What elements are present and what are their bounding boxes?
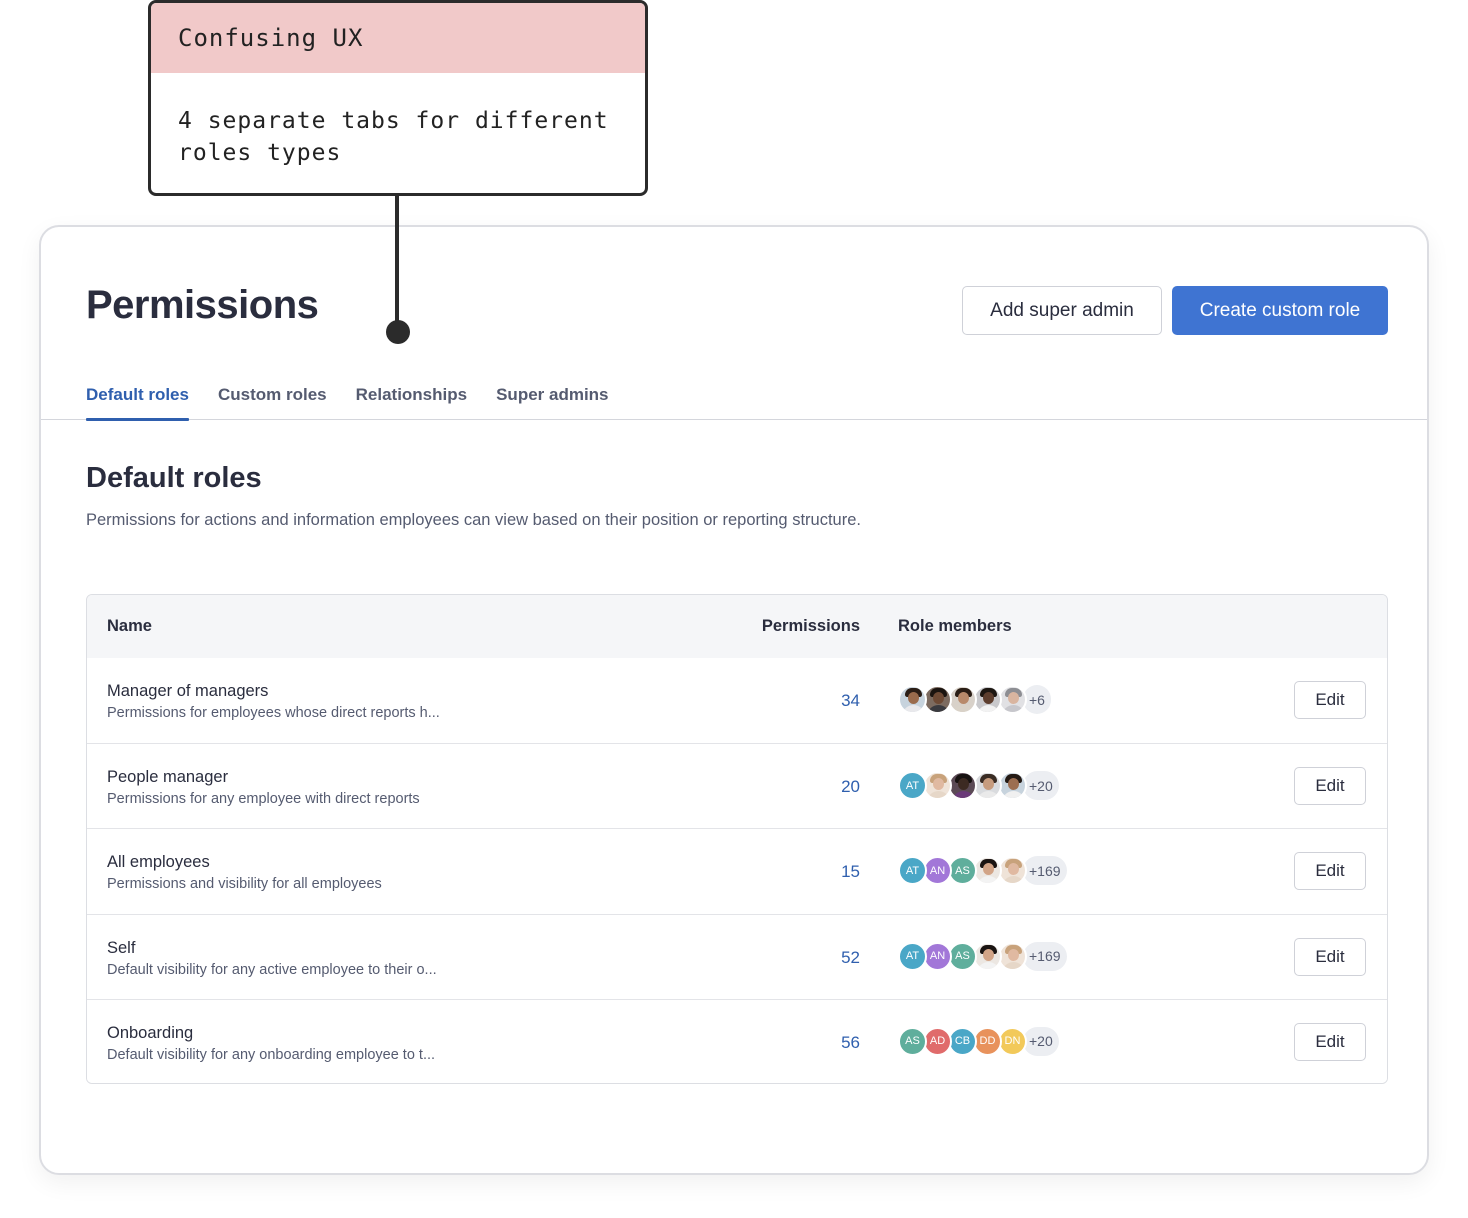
table-row: Manager of managers Permissions for emplo… [87,658,1387,744]
permissions-count-link[interactable]: 56 [841,1033,860,1053]
column-header-name: Name [107,617,152,635]
permissions-count-link[interactable]: 52 [841,948,860,968]
section-title: Default roles [86,462,262,494]
page-title: Permissions [86,283,319,327]
tab-default-roles[interactable]: Default roles [86,377,189,421]
annotation-connector-line [395,196,399,326]
table-row: Onboarding Default visibility for any onb… [87,998,1387,1083]
permissions-count-link[interactable]: 20 [841,777,860,797]
more-members-badge: +6 [1023,685,1051,714]
table-body: Manager of managers Permissions for emplo… [87,658,1387,1083]
role-description: Default visibility for any active employ… [107,961,437,978]
member-initials-avatar: AS [898,1026,927,1056]
annotation-connector-dot [386,320,410,344]
table-header: Name Permissions Role members [87,595,1387,658]
avatar-initials: AT [905,950,920,963]
member-initials-avatar: AT [898,856,927,886]
column-header-permissions: Permissions [761,617,860,635]
member-initials-avatar: AN [923,856,952,886]
permissions-card: Permissions Add super admin Create custo… [39,225,1429,1175]
edit-role-button[interactable]: Edit [1294,767,1366,806]
role-members-avatars[interactable]: AS AD CB DD DN +20 [898,1026,1059,1056]
tab-relationships[interactable]: Relationships [356,377,467,420]
edit-role-button[interactable]: Edit [1294,852,1366,891]
member-initials-avatar: AS [948,941,977,971]
avatar-initials: CB [954,1035,971,1048]
avatar-initials: AS [955,950,970,963]
member-initials-avatar: DN [998,1026,1027,1056]
role-members-avatars[interactable]: AT +20 [898,771,1059,801]
edit-role-button[interactable]: Edit [1294,1022,1366,1061]
role-members-avatars[interactable]: AT AN AS +169 [898,941,1067,971]
avatar-initials: AN [929,950,946,963]
role-name: Manager of managers [107,682,269,700]
annotation-title: Confusing UX [151,3,645,73]
more-members-badge: +20 [1023,1026,1059,1056]
role-members-avatars[interactable]: +6 [898,685,1051,714]
member-photo-avatar [948,685,977,714]
role-name: People manager [107,768,229,787]
member-photo-avatar [998,856,1027,886]
member-photo-avatar [998,941,1027,971]
edit-role-button[interactable]: Edit [1294,937,1366,976]
table-row: All employees Permissions and visibility … [87,828,1387,914]
role-name: All employees [107,853,210,872]
member-photo-avatar [923,685,952,714]
more-members-badge: +169 [1023,941,1067,971]
member-photo-avatar [923,771,952,801]
member-photo-avatar [973,856,1002,886]
member-photo-avatar [898,685,927,714]
member-initials-avatar: AD [923,1026,952,1056]
member-initials-avatar: DD [973,1026,1002,1056]
annotation-body: 4 separate tabs for different roles type… [178,108,609,166]
avatar-initials: DD [979,1035,996,1048]
avatar-initials: AN [929,864,946,877]
table-row: Self Default visibility for any active em… [87,913,1387,999]
edit-role-button[interactable]: Edit [1294,681,1366,719]
add-super-admin-button[interactable]: Add super admin [962,286,1162,335]
section-description: Permissions for actions and information … [86,511,861,529]
roles-table: Name Permissions Role members Manager of… [86,594,1388,1084]
tab-custom-roles[interactable]: Custom roles [218,377,327,420]
role-description: Permissions for any employee with direct… [107,791,420,808]
member-photo-avatar [998,771,1027,801]
tab-super-admins[interactable]: Super admins [496,377,608,420]
member-photo-avatar [973,771,1002,801]
member-initials-avatar: AT [898,771,927,801]
role-name: Self [107,938,136,957]
table-row: People manager Permissions for any employ… [87,743,1387,829]
role-members-avatars[interactable]: AT AN AS +169 [898,856,1067,886]
annotation-callout: Confusing UX 4 separate tabs for differe… [148,0,648,196]
member-initials-avatar: AS [948,856,977,886]
avatar-initials: AD [929,1035,946,1048]
member-photo-avatar [998,685,1027,714]
member-initials-avatar: AN [923,941,952,971]
member-photo-avatar [973,685,1002,714]
column-header-role-members: Role members [898,617,1012,635]
avatar-initials: DN [1004,1035,1021,1048]
member-photo-avatar [973,941,1002,971]
tab-bar: Default roles Custom roles Relationships… [41,377,1427,421]
avatar-initials: AT [905,779,920,792]
more-members-badge: +169 [1023,856,1067,886]
avatar-initials: AS [955,864,970,877]
role-name: Onboarding [107,1023,194,1042]
permissions-count-link[interactable]: 15 [841,862,860,882]
member-initials-avatar: AT [898,941,927,971]
member-photo-avatar [948,771,977,801]
role-description: Default visibility for any onboarding em… [107,1046,436,1063]
avatar-initials: AS [905,1035,920,1048]
member-initials-avatar: CB [948,1026,977,1056]
role-description: Permissions for employees whose direct r… [107,705,440,721]
role-description: Permissions and visibility for all emplo… [107,876,382,893]
more-members-badge: +20 [1023,771,1059,801]
avatar-initials: AT [905,864,920,877]
permissions-count-link[interactable]: 34 [841,691,860,711]
create-custom-role-button[interactable]: Create custom role [1172,286,1388,335]
